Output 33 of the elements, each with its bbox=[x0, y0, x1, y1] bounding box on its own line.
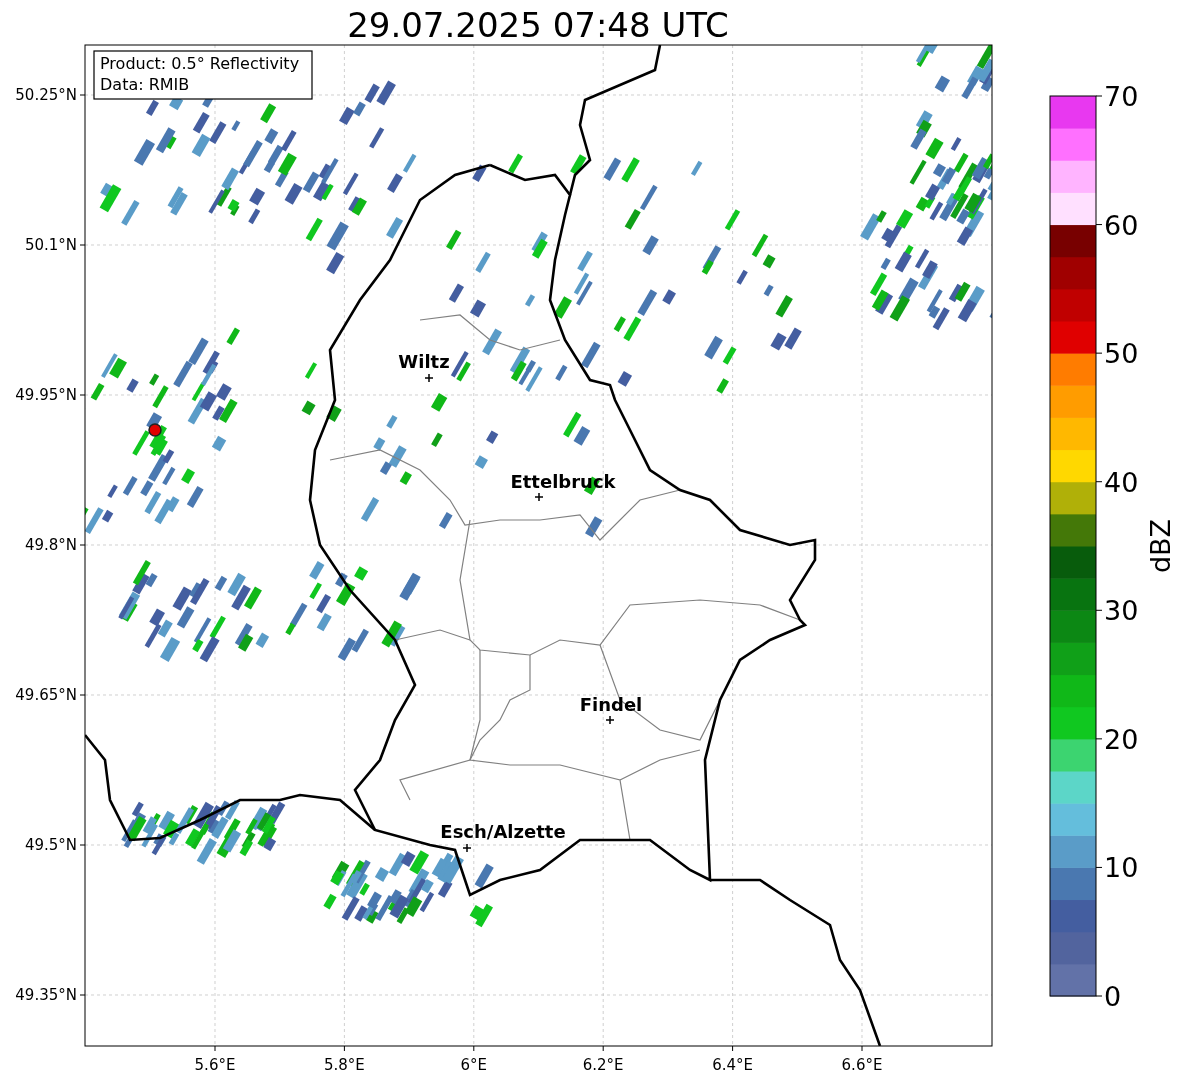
x-tick-label: 5.6°E bbox=[194, 1056, 236, 1074]
colorbar-label: dBZ bbox=[1145, 518, 1176, 574]
x-tick-label: 6.2°E bbox=[582, 1056, 624, 1074]
colorbar-tick-label: 50 bbox=[1104, 338, 1139, 370]
colorbar-tick-label: 0 bbox=[1104, 981, 1122, 1012]
y-tick-label: 50.25°N bbox=[15, 86, 77, 104]
x-tick-label: 6°E bbox=[460, 1056, 488, 1074]
city-label: Wiltz bbox=[398, 351, 450, 372]
y-tick-label: 49.35°N bbox=[15, 986, 77, 1004]
city-marker bbox=[605, 715, 615, 725]
colorbar-tick-label: 20 bbox=[1104, 723, 1139, 755]
city-marker bbox=[462, 843, 472, 853]
colorbar-tick-label: 70 bbox=[1104, 81, 1139, 112]
x-tick-label: 6.6°E bbox=[841, 1056, 883, 1074]
y-tick-label: 49.5°N bbox=[24, 836, 77, 854]
city-label: Findel bbox=[579, 694, 643, 715]
x-tick-label: 6.4°E bbox=[712, 1056, 753, 1074]
city-marker bbox=[424, 373, 434, 383]
y-tick-label: 49.95°N bbox=[15, 386, 77, 404]
y-tick-label: 49.65°N bbox=[15, 686, 77, 704]
x-tick-label: 5.8°E bbox=[324, 1056, 365, 1074]
colorbar-tick-label: 10 bbox=[1104, 852, 1139, 884]
colorbar-tick-label: 40 bbox=[1104, 466, 1139, 498]
y-tick-label: 49.8°N bbox=[24, 536, 77, 554]
y-tick-label: 50.1°N bbox=[24, 236, 77, 254]
info-text: Product: 0.5° Reflectivity bbox=[100, 54, 300, 73]
city-label: Esch/Alzette bbox=[440, 821, 566, 842]
colorbar-tick-label: 30 bbox=[1104, 595, 1139, 627]
colorbar-tick-label: 60 bbox=[1104, 209, 1139, 241]
radar-site-marker bbox=[148, 423, 162, 437]
chart-title: 29.07.2025 07:48 UTC bbox=[347, 5, 729, 45]
city-marker bbox=[534, 492, 544, 502]
info-text: Data: RMIB bbox=[100, 75, 190, 94]
